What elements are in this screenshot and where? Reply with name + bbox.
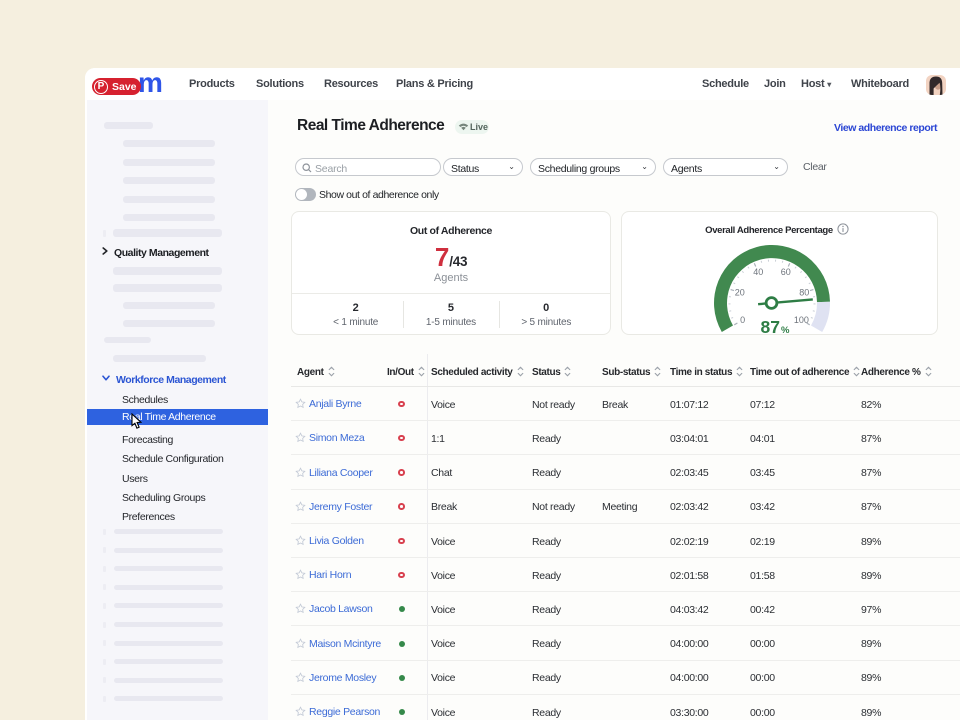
- svg-text:0: 0: [740, 315, 745, 325]
- svg-text:%: %: [781, 325, 790, 336]
- svg-text:100: 100: [794, 315, 809, 325]
- svg-text:60: 60: [781, 267, 791, 277]
- svg-text:87: 87: [761, 317, 780, 336]
- svg-text:20: 20: [735, 288, 745, 298]
- svg-text:40: 40: [753, 267, 763, 277]
- svg-text:80: 80: [799, 288, 809, 298]
